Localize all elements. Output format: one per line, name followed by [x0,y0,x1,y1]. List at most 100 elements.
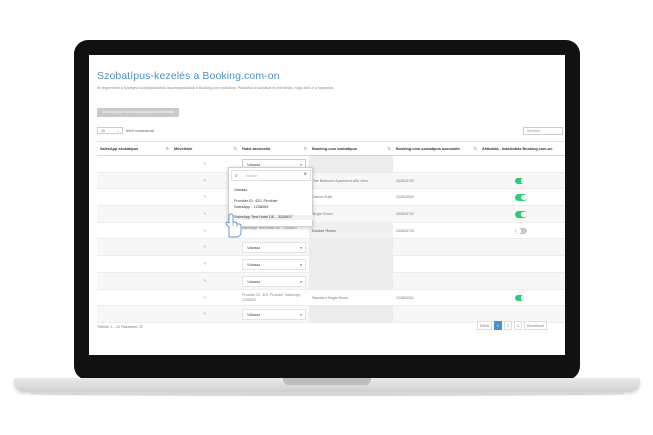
cell-booking-id: 123806301 [396,295,414,300]
column-header-activation[interactable]: Aktiválás - Inaktiválás Booking.com-on [479,142,565,155]
edit-icon[interactable]: ✎ [171,290,239,306]
dropdown-option[interactable]: Provider ID: 420, Provider [234,199,278,204]
cell-hotel-id: Válassz ▾ [239,256,309,272]
pagination-page-3[interactable]: 3 [514,321,522,330]
toggle-knob [521,211,527,218]
page-length-label: tételt mutassanak [126,129,155,133]
cell-booking-id [393,306,479,322]
cell-hotel-id: Provider ID: 420, Provider SalesApp - 12… [239,290,309,306]
table-info: Tételek: 1 - 10 Összesen: 22 [97,325,143,329]
cell-booking-id [393,239,479,255]
cell-activation [479,223,565,239]
connect-room-types-button[interactable]: Szobatípusok összekapcsolásának elindítá… [97,108,179,117]
sort-icon: ⇅ [387,146,391,151]
edit-icon[interactable]: ✎ [171,273,239,289]
hotel-select[interactable]: Válassz ▾ [242,242,306,254]
cell-salesapp-room [97,273,171,289]
cell-booking-id: 332603702 [396,178,414,183]
hotel-select-value: Válassz [247,246,261,251]
activation-toggle[interactable] [515,294,527,301]
cell-booking-id [393,273,479,289]
cell-booking-room [309,272,393,289]
column-header-booking-room[interactable]: Booking.com szobatípus ⇅ [309,142,393,155]
column-header-label: Aktiválás - Inaktiválás Booking.com-on [482,147,553,151]
column-header-actions[interactable]: Műveletek ⇅ [171,142,239,155]
cell-activation [479,290,565,306]
column-header-label: Hotel azonosító [242,147,271,151]
cell-booking-id [393,156,479,172]
page-description: Itt végezheted a Szamyno szobatípusainak… [97,86,335,90]
page-length-value: 10 [101,129,105,133]
dropdown-option-continued[interactable]: SalesApp - 1238063 [234,205,268,210]
cell-activation [479,189,565,205]
pagination-page-2[interactable]: 2 [504,321,512,330]
hotel-select-value: Válassz [247,279,261,284]
activation-toggle[interactable] [515,211,527,218]
column-header-booking-id[interactable]: Booking.com szobatípus azonosító ⇅ [393,142,479,155]
column-header-label: Booking.com szobatípus [312,147,357,151]
cell-salesapp-room [97,239,171,255]
edit-icon[interactable]: ✎ [171,306,239,322]
cell-hotel-id: Válassz ▾ [239,306,309,322]
activation-toggle[interactable] [515,194,527,201]
chevron-down-icon: ⌄ [116,128,120,133]
cell-booking-room: Standard Single Room [312,295,349,300]
activation-toggle[interactable] [515,227,527,235]
room-type-table: SalesApp szobatípus ⇅ Műveletek ⇅ Hotel az… [97,141,565,323]
caret-down-icon: ▾ [300,313,302,318]
table-row: ✎ Provider ID: 420, Provider SalesApp - 1… [97,290,565,307]
table-row: ✎ Deluxe Suite 332603004 [97,189,565,207]
laptop-shadow [30,392,624,396]
column-header-label: Műveletek [174,147,193,151]
caret-down-icon: ▾ [300,263,302,268]
page-length-select[interactable]: 10 ⌄ [97,127,123,134]
dropdown-search-placeholder: Search [246,174,258,178]
cell-booking-room [309,256,393,272]
table-row: ✎ One Bedroom Apartment with View 33260370… [97,172,565,190]
column-header-label: SalesApp szobatípus [100,147,139,151]
column-header-salesapp-room[interactable]: SalesApp szobatípus ⇅ [97,142,171,155]
edit-icon[interactable]: ✎ [171,256,239,272]
hotel-select[interactable]: Válassz ▾ [242,309,306,320]
dropdown-search-field[interactable]: ⌕ Search × [231,170,311,181]
hotel-select-value: Válassz [247,263,261,268]
cell-salesapp-room [97,189,171,205]
cell-salesapp-room [97,173,171,189]
cell-activation [479,256,565,272]
table-row: ✎ Single Room 332603702 [97,206,565,223]
cell-activation [479,306,565,322]
column-header-hotel-id[interactable]: Hotel azonosító ⇅ [239,142,309,155]
dropdown-option[interactable]: Válassz [234,188,247,193]
page-title: Szobatípus-kezelés a Booking.com-on [97,70,280,82]
table-row: ✎ Válassz ▾ [97,256,565,273]
app-screen: Szobatípus-kezelés a Booking.com-on Itt … [89,55,565,355]
search-icon: ⌕ [235,172,238,179]
cell-booking-room [309,239,393,256]
toggle-knob [515,228,521,234]
cell-salesapp-room [97,256,171,272]
caret-down-icon: ▾ [300,279,302,284]
cell-salesapp-room [97,223,171,239]
edit-icon[interactable]: ✎ [171,239,239,255]
pagination-next[interactable]: Következő [524,321,547,330]
pagination-page-1[interactable]: 1 [494,321,502,330]
cell-booking-room: Deluxe Suite [312,195,333,200]
hotel-select[interactable]: Válassz ▾ [242,259,306,270]
toggle-knob [521,178,527,184]
table-search-input[interactable]: Keresés [523,127,563,135]
close-icon[interactable]: × [303,172,307,178]
activation-toggle[interactable] [515,177,527,185]
caret-down-icon: ▾ [300,246,302,251]
cell-hotel-id: Válassz ▾ [239,239,309,255]
hotel-select[interactable]: Válassz ▾ [242,275,306,287]
table-row: ✎ SalesApp Test Hotel DE - 3326637 Double … [97,222,565,240]
cell-activation [479,156,565,172]
laptop-mockup: Szobatípus-kezelés a Booking.com-on Itt … [0,0,653,435]
cell-hotel-id: Válassz ▾ [239,273,309,289]
table-body: ✎ Válassz ▾ ✎ One Bedroom Apartment with Vie… [97,156,565,323]
table-row: ✎ Válassz ▾ [97,239,565,257]
sort-icon: ⇅ [473,146,477,151]
sort-icon: ⇅ [303,146,307,151]
cell-salesapp-room [97,206,171,222]
pagination-prev[interactable]: Előző [477,321,492,330]
